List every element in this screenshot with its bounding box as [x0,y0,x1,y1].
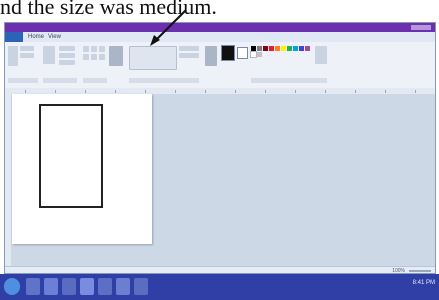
status-bar: 100% [5,266,435,273]
eraser-icon[interactable] [83,54,89,60]
magnifier-icon[interactable] [99,54,105,60]
paint-window: Home View 100% [4,22,436,274]
start-button[interactable] [4,278,20,295]
zoom-slider[interactable] [409,270,431,272]
taskbar-app-folder[interactable] [134,278,148,295]
group-label-tools [83,78,107,83]
color1-button[interactable] [221,45,235,61]
palette-swatch[interactable] [275,46,280,51]
select-button[interactable] [43,46,55,64]
fill-button[interactable] [179,53,199,58]
group-label-image [43,78,77,83]
taskbar-app-media[interactable] [62,278,76,295]
group-label-colors [251,78,327,83]
outline-button[interactable] [179,46,199,51]
taskbar-app-excel[interactable] [116,278,130,295]
paste-button[interactable] [8,46,18,66]
file-menu-button[interactable] [5,32,23,42]
palette-swatch[interactable] [305,46,310,51]
taskbar-app-paint[interactable] [80,278,94,295]
fill-icon[interactable] [91,46,97,52]
pencil-icon[interactable] [83,46,89,52]
text-icon[interactable] [99,46,105,52]
work-area [5,94,435,266]
cut-button[interactable] [20,46,34,51]
palette-swatch[interactable] [257,46,262,51]
brushes-button[interactable] [109,46,123,66]
drawn-rectangle[interactable] [39,104,103,208]
clock[interactable]: 8:41 PM [413,280,435,286]
caption-text: nd the size was medium. [0,0,217,19]
palette-swatch[interactable] [293,46,298,51]
group-label-clipboard [8,78,38,83]
palette-swatch[interactable] [269,46,274,51]
palette-swatch[interactable] [251,46,256,51]
palette-swatch[interactable] [250,51,257,58]
color2-button[interactable] [237,47,248,59]
edit-colors-button[interactable] [315,46,327,64]
vertical-ruler [5,94,11,266]
palette-swatch[interactable] [263,46,268,51]
palette-swatch[interactable] [281,46,286,51]
caption-area: nd the size was medium. [0,0,439,22]
taskbar-app-explorer[interactable] [26,278,40,295]
copy-button[interactable] [20,53,34,58]
taskbar-app-ie[interactable] [44,278,58,295]
shapes-gallery[interactable] [129,46,177,70]
tab-home[interactable]: Home [25,33,47,41]
taskbar: 8:41 PM [0,274,439,300]
title-bar [5,23,435,32]
menu-bar: Home View [5,32,435,42]
palette-swatch[interactable] [299,46,304,51]
color-picker-icon[interactable] [91,54,97,60]
palette-swatch[interactable] [257,52,262,57]
taskbar-app-word[interactable] [98,278,112,295]
tab-view[interactable]: View [45,33,64,41]
rotate-button[interactable] [59,60,75,65]
window-controls[interactable] [411,25,431,30]
ribbon [5,42,435,89]
group-label-shapes [129,78,199,83]
drawing-canvas[interactable] [12,94,152,244]
crop-button[interactable] [59,46,75,51]
resize-button[interactable] [59,53,75,58]
size-button[interactable] [205,46,217,66]
palette-swatch[interactable] [287,46,292,51]
